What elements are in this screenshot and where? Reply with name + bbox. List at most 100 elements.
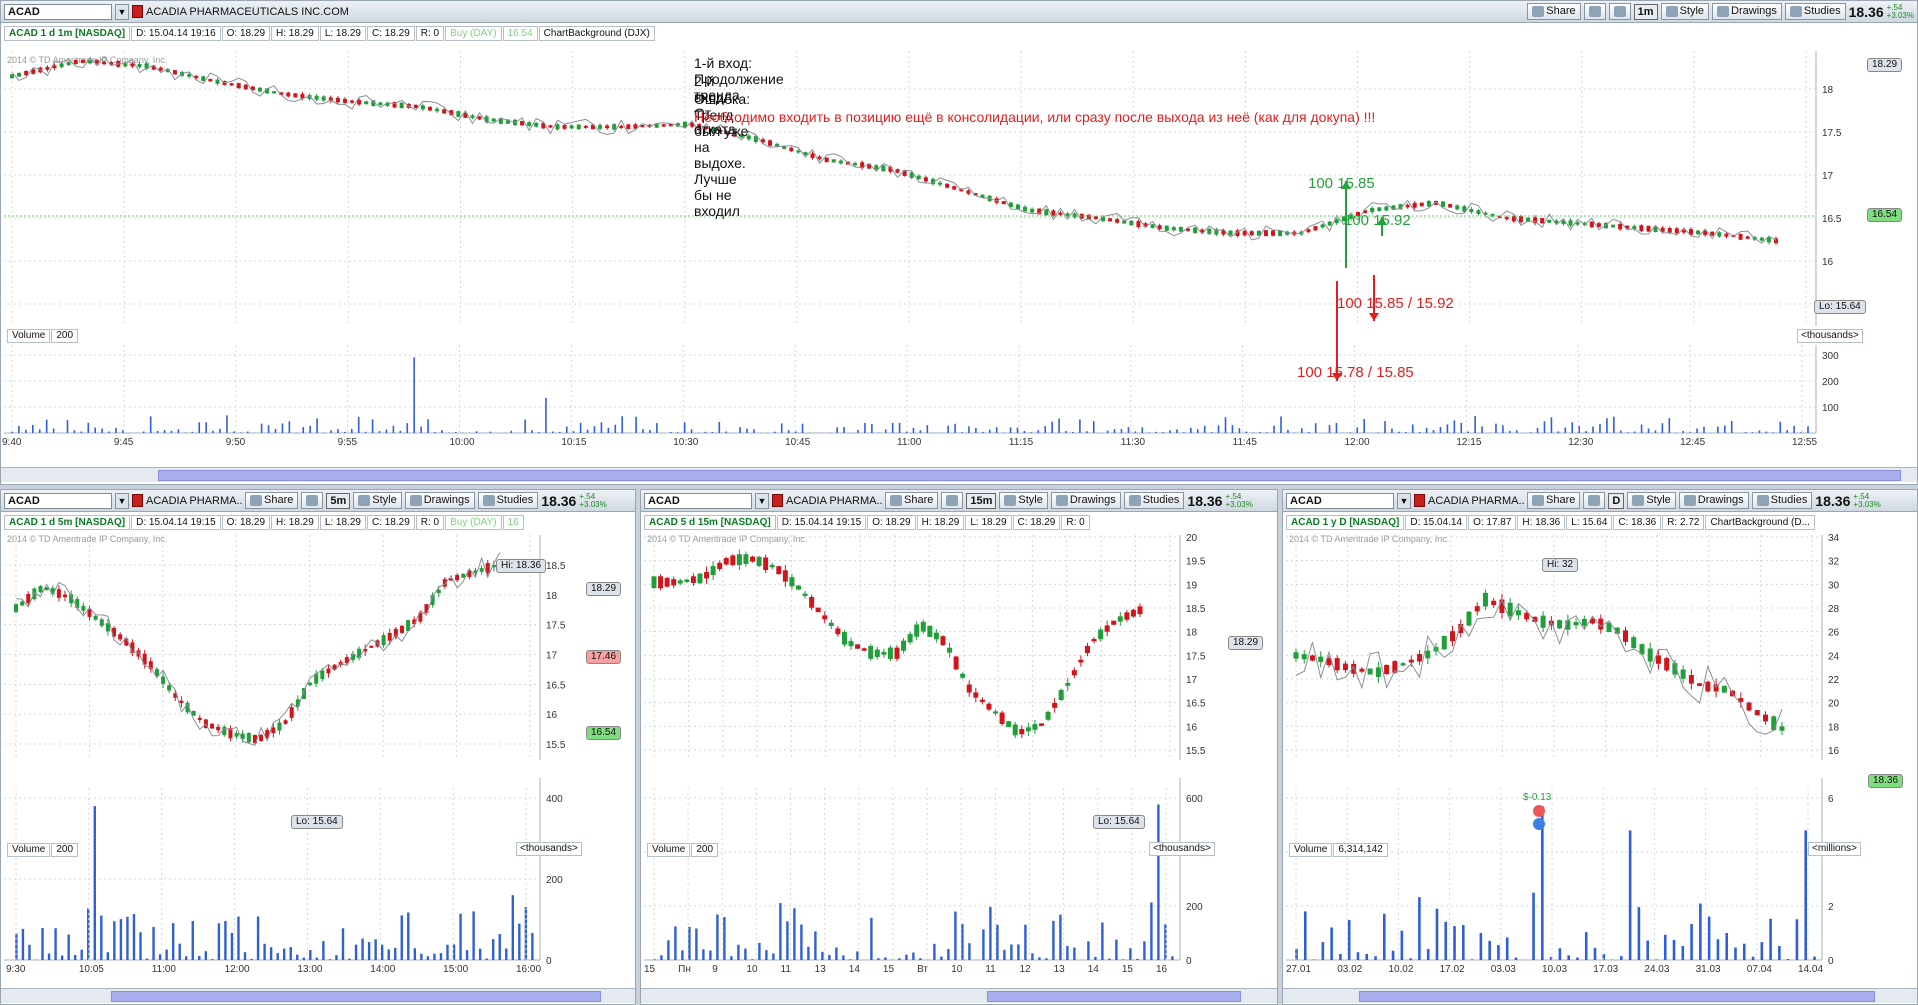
- x-tick-label: 14: [849, 964, 861, 975]
- volume-bar: [73, 954, 77, 960]
- cursor-button[interactable]: [1608, 3, 1631, 20]
- scrollbar-15m[interactable]: [641, 988, 1277, 1003]
- volume-bar: [660, 955, 663, 960]
- volume-bar: [982, 929, 985, 960]
- studies-button[interactable]: Studies: [1784, 3, 1846, 20]
- earnings-icon[interactable]: [1533, 818, 1545, 830]
- candle-body: [756, 556, 762, 566]
- symbol-dropdown-icon[interactable]: ▼: [1397, 492, 1411, 509]
- candle-body: [999, 712, 1005, 724]
- symbol-input[interactable]: ACAD: [1286, 492, 1394, 509]
- volume-bar: [302, 427, 305, 433]
- x-tick-label: 11:00: [897, 437, 922, 448]
- tools-button[interactable]: [1583, 492, 1606, 509]
- drawings-button[interactable]: Drawings: [1050, 492, 1121, 509]
- style-button[interactable]: Style: [1627, 492, 1676, 509]
- volume-chart-5m[interactable]: 400 200 0 9:30 10:05 11:00 12:00 13:00 14:00 15:0…: [4, 778, 584, 978]
- volume-bar: [552, 431, 554, 433]
- studies-button[interactable]: Studies: [477, 492, 539, 509]
- studies-button[interactable]: Studies: [1751, 492, 1813, 509]
- y-tick-label: 22: [1828, 675, 1840, 686]
- drawings-button[interactable]: Drawings: [1712, 3, 1782, 20]
- main-scroll-thumb[interactable]: [158, 470, 1901, 481]
- volume-bar: [1640, 424, 1643, 433]
- main-price-chart[interactable]: 1817.51716.51615.5: [4, 51, 1864, 381]
- info-date: D: 15.04.14 19:15: [131, 514, 221, 530]
- volume-bar: [835, 947, 838, 960]
- info-low: L: 18.29: [965, 514, 1012, 530]
- candle-body: [1137, 606, 1143, 615]
- x-tick-label: 12:45: [1680, 437, 1705, 448]
- scroll-thumb[interactable]: [1359, 991, 1875, 1002]
- link-color-icon[interactable]: [772, 494, 783, 507]
- tools-button[interactable]: [941, 492, 964, 509]
- share-button[interactable]: Share: [1527, 492, 1581, 509]
- price-chart-15m[interactable]: 20 19.5 19 18.5 18 17.5 17 16.5 16 15.5: [644, 533, 1224, 760]
- style-button[interactable]: Style: [353, 492, 402, 509]
- candle-body: [73, 59, 78, 65]
- volume-bar: [1564, 427, 1567, 433]
- symbol-dropdown-icon[interactable]: ▼: [755, 492, 769, 509]
- tools-button[interactable]: [1583, 3, 1606, 20]
- share-button[interactable]: Share: [885, 492, 939, 509]
- volume-bar: [1532, 892, 1535, 960]
- volume-bar: [947, 425, 949, 433]
- studies-button[interactable]: Studies: [1123, 492, 1185, 509]
- drawings-button[interactable]: Drawings: [1678, 492, 1749, 509]
- aggregation-button[interactable]: 5m: [326, 492, 351, 509]
- volume-bar: [1795, 919, 1799, 960]
- aggregation-button[interactable]: 15m: [966, 492, 997, 509]
- y-tick-label: 30: [1828, 580, 1840, 591]
- candle-body: [927, 625, 933, 637]
- volume-value: 200: [51, 842, 79, 857]
- main-volume-chart[interactable]: 300 200 100 9:40 9:45 9:50 9:55 10:00 10:15 10:30…: [2, 345, 1864, 451]
- aggregation-button[interactable]: D: [1608, 492, 1625, 509]
- volume-chart-daily[interactable]: 642027.0103.0210.0217.0203.0310.0317.032…: [1286, 778, 1866, 978]
- candle-body: [455, 574, 460, 581]
- symbol-dropdown-icon[interactable]: ▼: [115, 492, 129, 509]
- volume-bar: [704, 431, 707, 433]
- tools-button[interactable]: [301, 492, 324, 509]
- volume-bar: [1717, 426, 1719, 433]
- link-color-icon[interactable]: [132, 5, 143, 18]
- symbol-input[interactable]: ACAD: [4, 3, 112, 20]
- volume-bar: [1157, 804, 1160, 960]
- volume-bar: [1760, 942, 1764, 960]
- toolbar-15m: ACAD ▼ ACADIA PHARMA... Share 15m Style …: [641, 490, 1277, 512]
- net-change-pct: +3.03%: [1225, 499, 1253, 509]
- style-button[interactable]: Style: [1660, 3, 1710, 20]
- symbol-input[interactable]: ACAD: [644, 492, 752, 509]
- volume-bar: [441, 430, 443, 433]
- volume-bar: [961, 432, 963, 433]
- link-color-icon[interactable]: [1414, 494, 1425, 507]
- candle-body: [1425, 650, 1431, 659]
- studies-label: Studies: [496, 494, 534, 506]
- candle-body: [1124, 612, 1130, 620]
- symbol-dropdown-icon[interactable]: ▼: [115, 3, 129, 20]
- volume-bar: [1689, 432, 1691, 433]
- dividend-icon[interactable]: [1533, 805, 1545, 817]
- aggregation-button[interactable]: 1m: [1633, 3, 1658, 20]
- share-button[interactable]: Share: [245, 492, 299, 509]
- volume-bar: [243, 952, 247, 960]
- info-background-study: ChartBackground (DJX): [538, 25, 655, 41]
- volume-bar: [1365, 953, 1369, 960]
- volume-chart-15m[interactable]: 600400200015Пн91011131415Вт1011121314151…: [644, 778, 1224, 978]
- volume-bar: [518, 923, 521, 960]
- volume-bar: [25, 429, 27, 433]
- scrollbar-5m[interactable]: [1, 988, 635, 1003]
- candle-body: [461, 573, 466, 578]
- candle-body: [201, 76, 206, 81]
- symbol-input[interactable]: ACAD: [4, 492, 112, 509]
- share-button[interactable]: Share: [1527, 3, 1581, 20]
- main-scrollbar[interactable]: [1, 467, 1917, 482]
- link-color-icon[interactable]: [132, 494, 143, 507]
- scrollbar-daily[interactable]: [1283, 988, 1917, 1003]
- scroll-thumb[interactable]: [111, 991, 601, 1002]
- style-button[interactable]: Style: [999, 492, 1048, 509]
- candle-body: [940, 636, 946, 646]
- drawings-button[interactable]: Drawings: [404, 492, 475, 509]
- scroll-thumb[interactable]: [987, 991, 1241, 1002]
- volume-bar: [1592, 426, 1594, 433]
- info-close: C: 18.29: [366, 25, 415, 41]
